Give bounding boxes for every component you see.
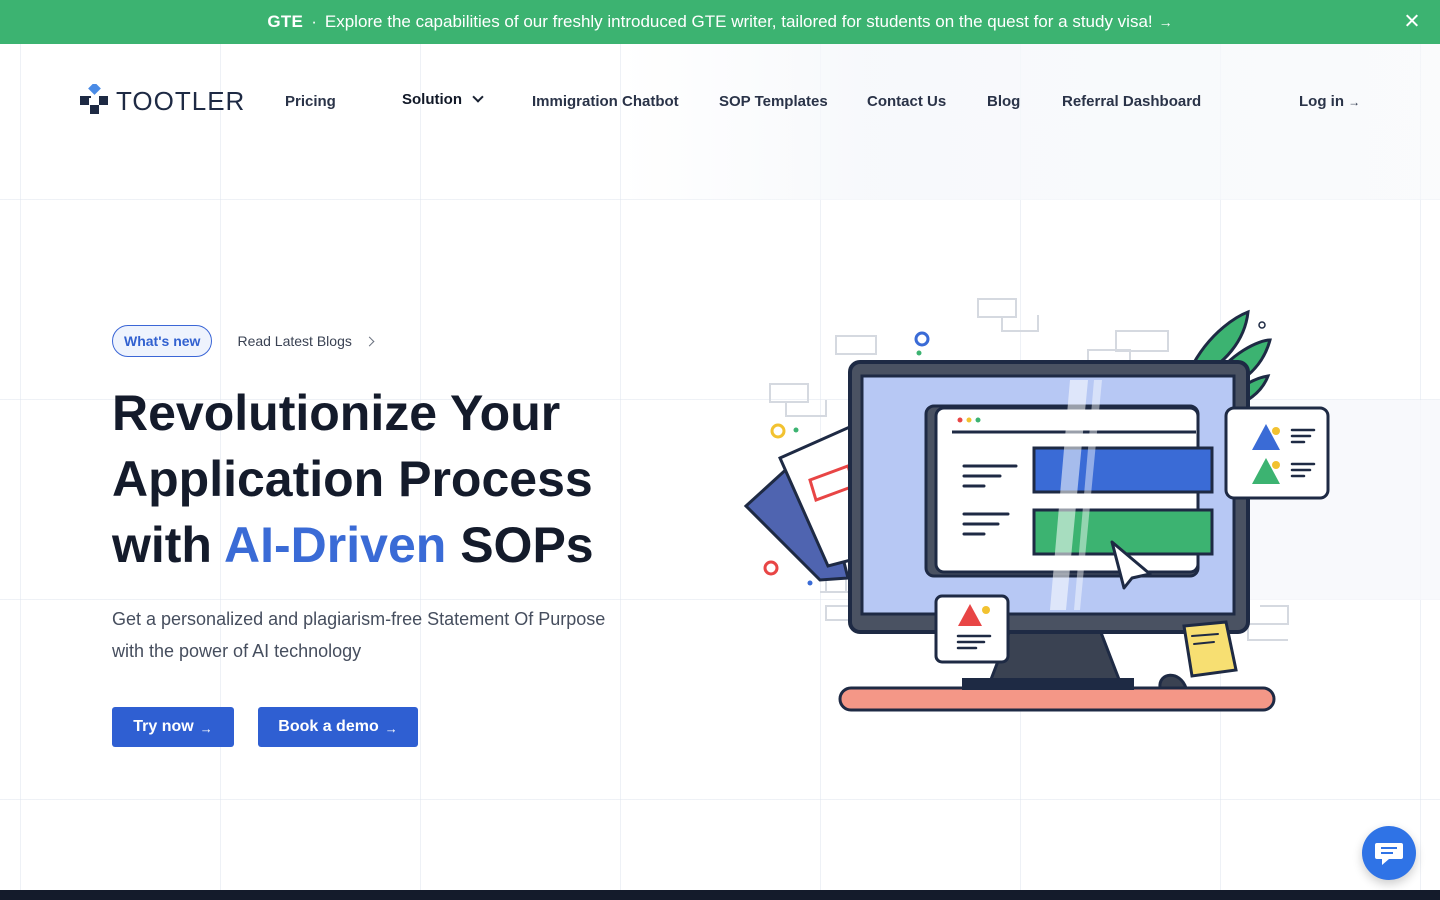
try-now-arrow: → — [199, 720, 213, 736]
read-latest-blogs-label: Read Latest Blogs — [237, 333, 352, 349]
nav-solution-label: Solution — [402, 91, 462, 108]
nav-solution-dropdown[interactable]: Solution — [402, 91, 484, 108]
main-navigation: TOOTLER Pricing Solution Immigration Cha… — [0, 44, 1440, 159]
headline-line-2: Application Process — [112, 451, 593, 507]
nav-immigration-chatbot[interactable]: Immigration Chatbot — [532, 93, 679, 110]
book-demo-arrow: → — [384, 720, 398, 736]
book-demo-button[interactable]: Book a demo → — [258, 707, 418, 747]
login-link[interactable]: Log in → — [1299, 93, 1360, 110]
chat-bubble-icon — [1375, 843, 1403, 865]
headline-accent: AI-Driven — [224, 517, 447, 573]
announcement-bar[interactable]: GTE · Explore the capabilities of our fr… — [0, 0, 1440, 44]
headline-with: with — [112, 517, 212, 573]
nav-sop-templates[interactable]: SOP Templates — [719, 93, 828, 110]
hero-illustration — [743, 298, 1330, 712]
book-demo-label: Book a demo — [278, 718, 379, 735]
chat-widget-button[interactable] — [1362, 826, 1416, 880]
logo-wordmark: TOOTLER — [116, 85, 246, 116]
footer-strip — [0, 890, 1440, 900]
whats-new-row: What's new Read Latest Blogs — [112, 325, 375, 357]
nav-referral-dashboard[interactable]: Referral Dashboard — [1062, 93, 1201, 110]
tootler-logo[interactable]: TOOTLER — [80, 84, 245, 118]
try-now-label: Try now — [133, 718, 194, 735]
nav-pricing[interactable]: Pricing — [285, 93, 336, 110]
hero-subtext: Get a personalized and plagiarism-free S… — [112, 609, 606, 661]
login-label: Log in — [1299, 93, 1344, 110]
read-latest-blogs-link[interactable]: Read Latest Blogs — [237, 333, 375, 349]
headline-line-1: Revolutionize Your — [112, 385, 561, 441]
headline-end: SOPs — [460, 517, 594, 573]
nav-contact-us[interactable]: Contact Us — [867, 93, 946, 110]
hero-headline: Revolutionize Your Application Process w… — [112, 380, 672, 578]
login-arrow: → — [1348, 95, 1361, 109]
whats-new-pill[interactable]: What's new — [112, 325, 213, 357]
nav-blog[interactable]: Blog — [987, 93, 1020, 110]
close-icon[interactable] — [1402, 11, 1422, 31]
chevron-right-icon — [364, 336, 375, 346]
announcement-tag: GTE — [267, 12, 304, 31]
chevron-down-icon — [472, 91, 484, 103]
announcement-message[interactable]: Explore the capabilities of our freshly … — [325, 12, 1153, 32]
try-now-button[interactable]: Try now → — [112, 707, 234, 747]
announcement-arrow: → — [1158, 14, 1173, 30]
announcement-separator: · — [311, 12, 317, 31]
cross-blocks-logo-icon — [80, 84, 108, 114]
